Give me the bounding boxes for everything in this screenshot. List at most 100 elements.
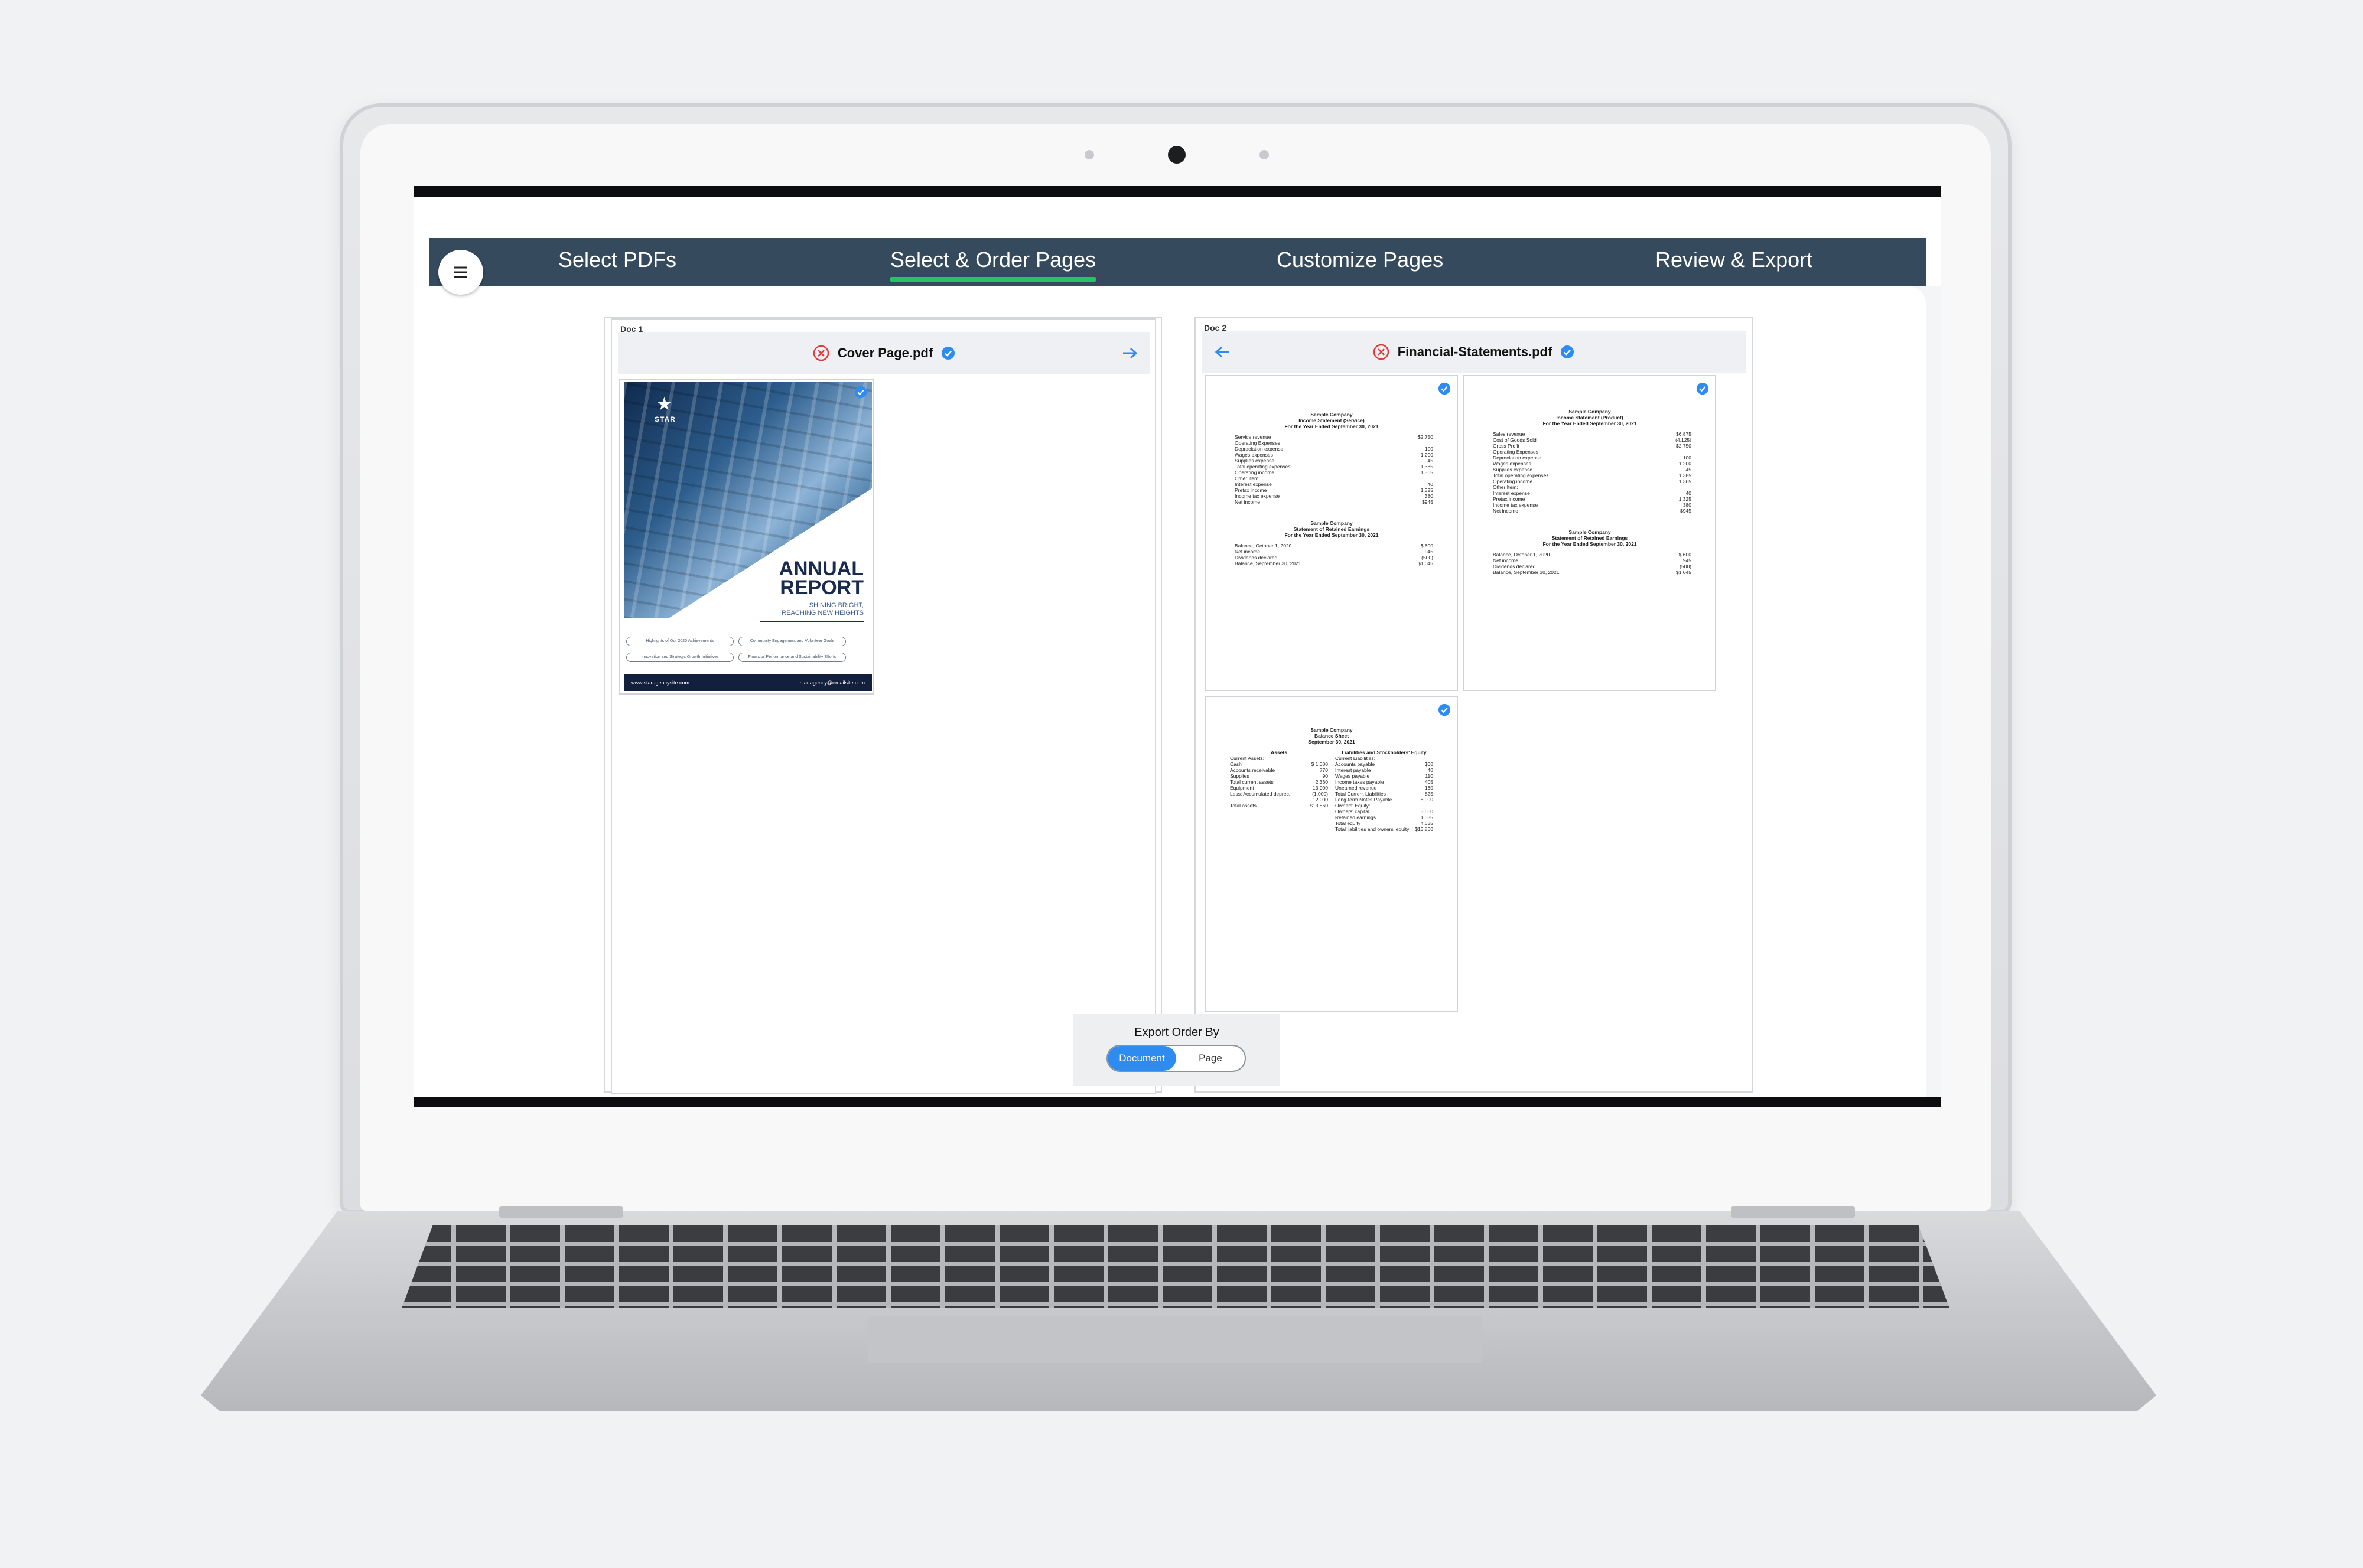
page-thumbnail-income-service[interactable]: Sample Company Income Statement (Service… <box>1205 375 1458 691</box>
row-value: 1,365 <box>1678 478 1691 484</box>
remove-doc-icon[interactable] <box>813 345 829 361</box>
statement-row: Depreciation expense 100 <box>1206 446 1457 452</box>
row-value: 40 <box>1685 490 1691 496</box>
row-label: Other Item: <box>1493 484 1518 490</box>
statement-rows: Service revenue $2,750 Operating Expenses D… <box>1206 434 1457 505</box>
cover-divider <box>760 621 864 622</box>
retained-rows: Balance, October 1, 2020 $ 600 Net income 9… <box>1206 543 1457 566</box>
row-value: 380 <box>1424 493 1433 499</box>
row-label: Interest payable <box>1335 767 1371 773</box>
statement-row: Operating Expenses <box>1206 440 1457 446</box>
company-name: Sample Company <box>1310 520 1353 526</box>
row-value: $1,045 <box>1418 560 1433 566</box>
row-label: Other Item: <box>1235 475 1260 481</box>
camera-sensor-left <box>1085 150 1094 159</box>
row-value: 1,385 <box>1420 464 1433 470</box>
row-label: Pretax income <box>1235 487 1267 493</box>
row-label: Income tax expense <box>1493 502 1538 508</box>
row-label: Supplies expense <box>1493 467 1533 472</box>
row-value: 1,035 <box>1420 814 1433 820</box>
page-content: Sample Company Income Statement (Service… <box>1206 412 1457 725</box>
row-label: Depreciation expense <box>1235 446 1284 452</box>
statement-row: Accounts payable $60 <box>1335 761 1433 767</box>
cover-footer: www.staragencysite.com star.agency@email… <box>624 674 872 691</box>
export-by-document-button[interactable]: Document <box>1108 1046 1176 1071</box>
page-content: Sample Company Balance Sheet September 3… <box>1206 727 1457 1041</box>
row-value: 945 <box>1424 549 1433 555</box>
page-selected-check-icon[interactable] <box>1696 382 1709 398</box>
row-label: Total current assets <box>1230 779 1274 785</box>
move-left-arrow-icon[interactable] <box>1213 345 1231 359</box>
cover-email: star.agency@emailsite.com <box>799 680 865 686</box>
wizard-nav: Select PDFs Select & Order Pages Customi… <box>429 238 1926 286</box>
cover-title-line1: ANNUAL <box>779 558 864 580</box>
statement-row: Other Item: <box>1464 484 1715 490</box>
page-thumbnail-balance-sheet[interactable]: Sample Company Balance Sheet September 3… <box>1205 696 1458 1012</box>
cover-title: ANNUAL REPORT <box>779 558 864 598</box>
tab-select-pdfs[interactable]: Select PDFs <box>558 247 676 272</box>
statement-row: Wages expenses 1,200 <box>1206 452 1457 458</box>
statement-row: Total Current Liabilities 825 <box>1335 791 1433 797</box>
statement-period: For the Year Ended September 30, 2021 <box>1284 423 1379 429</box>
liabilities-column: Liabilities and Stockholders' Equity Cur… <box>1335 749 1433 832</box>
statement-row: Income tax expense 380 <box>1464 502 1715 508</box>
statement-row: Total current assets 2,360 <box>1230 779 1328 785</box>
statement-row: Total operating expenses 1,385 <box>1206 464 1457 470</box>
page-thumbnail-cover[interactable]: ★ STAR ANNUAL REPORT SHINING BRIGHT, REA… <box>619 379 874 695</box>
statement-row: Income taxes payable 405 <box>1335 779 1433 785</box>
row-value: (500) <box>1680 563 1691 569</box>
tab-select-order-pages[interactable]: Select & Order Pages <box>890 247 1096 282</box>
row-label: Accounts payable <box>1335 761 1375 767</box>
row-label: Accounts receivable <box>1230 767 1275 773</box>
statement-rows: Sales revenue $6,875 Cost of Goods Sold (4,… <box>1464 431 1715 514</box>
retained-earnings: Sample Company Statement of Retained Ear… <box>1206 520 1457 566</box>
statement-title: Statement of Retained Earnings <box>1551 535 1628 541</box>
camera-sensor-right <box>1259 150 1269 159</box>
row-label: Wages payable <box>1335 773 1370 779</box>
page-thumbnail-income-product[interactable]: Sample Company Income Statement (Product… <box>1463 375 1716 691</box>
row-label: Less: Accumulated deprec. <box>1230 791 1291 797</box>
row-label: Dividends declared <box>1493 563 1536 569</box>
page-selected-check-icon[interactable] <box>1438 703 1451 719</box>
row-label: Pretax income <box>1493 496 1525 502</box>
row-value: $945 <box>1680 508 1691 514</box>
row-value: 12,000 <box>1313 797 1328 803</box>
workspace: Doc 1 Cover Page.pdf ★ STAR ANNUAL REPOR… <box>414 286 1926 1097</box>
cover-topic: Innovation and Strategic Growth Initiati… <box>626 653 734 662</box>
row-value: 90 <box>1322 773 1328 779</box>
page-selected-check-icon[interactable] <box>1438 382 1451 398</box>
row-value: 45 <box>1427 458 1433 464</box>
hinge-right <box>1731 1206 1855 1218</box>
row-label: Gross Profit <box>1493 443 1519 449</box>
row-label: Total Current Liabilities <box>1335 791 1386 797</box>
company-name: Sample Company <box>1310 727 1353 733</box>
cover-subtitle: SHINING BRIGHT, REACHING NEW HEIGHTS <box>782 602 864 617</box>
page-selected-check-icon[interactable] <box>854 386 867 402</box>
trackpad <box>868 1316 1483 1363</box>
row-label: Long-term Notes Payable <box>1335 797 1392 803</box>
statement-row: Owners' Equity: <box>1335 803 1433 809</box>
row-value: 8,000 <box>1420 797 1433 803</box>
balance-columns: Assets Current Assets: Cash $ 1,000 Account… <box>1206 749 1457 832</box>
hamburger-menu-button[interactable] <box>438 250 483 295</box>
remove-doc-icon[interactable] <box>1373 344 1389 360</box>
export-by-page-button[interactable]: Page <box>1176 1046 1245 1071</box>
statement-row: Operating Expenses <box>1464 449 1715 455</box>
row-label: Total operating expenses <box>1493 472 1549 478</box>
statement-row: Balance, October 1, 2020 $ 600 <box>1206 543 1457 549</box>
statement-row: Net income $945 <box>1464 508 1715 514</box>
row-value: 4,635 <box>1420 820 1433 826</box>
move-right-arrow-icon[interactable] <box>1121 346 1139 360</box>
tab-review-export[interactable]: Review & Export <box>1655 247 1812 272</box>
doc1-title: Cover Page.pdf <box>837 345 933 360</box>
row-label: Operating Expenses <box>1235 440 1281 446</box>
row-value: $945 <box>1422 499 1433 505</box>
row-label: Net income <box>1235 499 1260 505</box>
row-value: 1,365 <box>1420 470 1433 475</box>
row-label: Supplies expense <box>1235 458 1275 464</box>
statement-row: Interest payable 40 <box>1335 767 1433 773</box>
row-label: Total equity <box>1335 820 1360 826</box>
statement-row: Balance, October 1, 2020 $ 600 <box>1464 552 1715 558</box>
tab-customize-pages[interactable]: Customize Pages <box>1277 247 1443 272</box>
row-label: Income tax expense <box>1235 493 1280 499</box>
